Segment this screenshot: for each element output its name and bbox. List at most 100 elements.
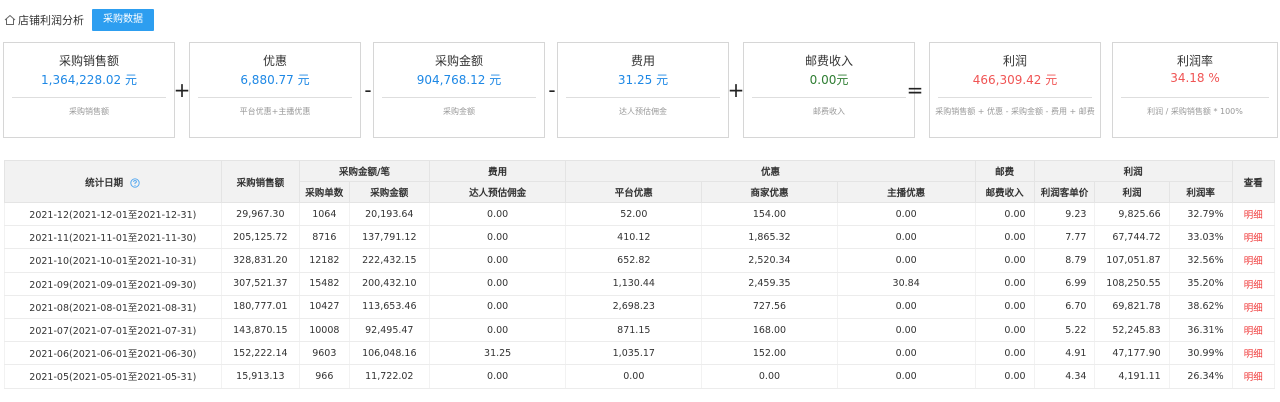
card-divider (752, 97, 906, 98)
group-purchase: 采购金额/笔 (299, 160, 431, 182)
cell-commission: 0.00 (429, 272, 567, 296)
cell-merchant: 168.00 (701, 318, 838, 343)
summary-cards: 采购销售额 1,364,228.02 元 采购销售额 + 优惠 6,880.77… (0, 42, 1280, 138)
cell-merchant: 1,865.32 (701, 225, 838, 250)
cell-merchant: 154.00 (701, 202, 838, 227)
cell-date: 2021-07(2021-07-01至2021-07-31) (4, 318, 222, 343)
card-discount: 优惠 6,880.77 元 平台优惠+主播优惠 (189, 42, 361, 138)
cell-amount: 106,048.16 (348, 341, 431, 366)
cell-anchor: 0.00 (836, 225, 976, 250)
table-row: 2021-06(2021-06-01至2021-06-30) 152,222.1… (4, 341, 1276, 366)
cell-sales: 328,831.20 (220, 248, 301, 273)
cell-profit: 4,191.11 (1094, 364, 1170, 389)
card-value: 6,880.77 元 (240, 73, 310, 87)
cell-count: 966 (299, 364, 350, 389)
detail-link[interactable]: 明细 (1231, 202, 1276, 227)
card-desc: 达人预估佣金 (619, 107, 667, 116)
table-row: 2021-09(2021-09-01至2021-09-30) 307,521.3… (4, 272, 1276, 296)
table-row: 2021-08(2021-08-01至2021-08-31) 180,777.0… (4, 295, 1276, 319)
card-purchase-amount: 采购金额 904,768.12 元 采购金额 (373, 42, 545, 138)
cell-postage: 0.00 (974, 318, 1035, 343)
card-title: 费用 (630, 54, 655, 68)
cell-rate: 32.56% (1168, 248, 1233, 273)
col-postage-income: 邮费收入 (974, 181, 1035, 203)
detail-link[interactable]: 明细 (1231, 341, 1276, 366)
cell-date: 2021-09(2021-09-01至2021-09-30) (4, 272, 222, 296)
cell-rate: 32.79% (1168, 202, 1233, 227)
cell-merchant: 727.56 (701, 295, 838, 319)
cell-rate: 35.20% (1168, 272, 1233, 296)
cell-platform: 0.00 (565, 364, 703, 389)
cell-platform: 1,035.17 (565, 341, 703, 366)
cell-anchor: 0.00 (836, 364, 976, 389)
cell-merchant: 152.00 (701, 341, 838, 366)
profit-table: 统计日期 采购销售额 采购金额/笔 费用 优惠 邮费 利润 查看 采购单数 采购… (4, 160, 1276, 389)
table-row: 2021-12(2021-12-01至2021-12-31) 29,967.30… (4, 202, 1276, 227)
col-profit-rate: 利润率 (1168, 181, 1233, 203)
cell-per-order: 9.23 (1033, 202, 1096, 227)
cell-merchant: 2,459.35 (701, 272, 838, 296)
detail-link[interactable]: 明细 (1231, 318, 1276, 343)
cell-per-order: 7.77 (1033, 225, 1096, 250)
col-date-label: 统计日期 (85, 177, 124, 189)
cell-per-order: 5.22 (1033, 318, 1096, 343)
cell-commission: 0.00 (429, 295, 567, 319)
cell-per-order: 4.91 (1033, 341, 1096, 366)
card-divider (12, 97, 166, 98)
detail-link[interactable]: 明细 (1231, 248, 1276, 273)
detail-link[interactable]: 明细 (1231, 364, 1276, 389)
purchase-data-button[interactable]: 采购数据 (92, 9, 154, 31)
cell-sales: 15,913.13 (220, 364, 301, 389)
cell-postage: 0.00 (974, 364, 1035, 389)
cell-profit: 52,245.83 (1094, 318, 1170, 343)
card-value: 466,309.42 元 (972, 73, 1058, 87)
cell-sales: 29,967.30 (220, 202, 301, 227)
cell-profit: 107,051.87 (1094, 248, 1170, 273)
cell-date: 2021-05(2021-05-01至2021-05-31) (4, 364, 222, 389)
detail-link[interactable]: 明细 (1231, 272, 1276, 296)
col-purchase-amount: 采购金额 (348, 181, 431, 203)
card-value: 904,768.12 元 (416, 73, 502, 87)
cell-profit: 47,177.90 (1094, 341, 1170, 366)
card-divider (938, 97, 1092, 98)
cell-profit: 67,744.72 (1094, 225, 1170, 250)
table-body: 2021-12(2021-12-01至2021-12-31) 29,967.30… (4, 202, 1276, 389)
detail-link[interactable]: 明细 (1231, 225, 1276, 250)
cell-platform: 871.15 (565, 318, 703, 343)
col-merchant-discount: 商家优惠 (701, 181, 838, 203)
col-profit-per-order: 利润客单价 (1033, 181, 1096, 203)
card-divider (198, 97, 352, 98)
card-sales: 采购销售额 1,364,228.02 元 采购销售额 (3, 42, 175, 138)
cell-platform: 2,698.23 (565, 295, 703, 319)
breadcrumb[interactable]: 店铺利润分析 (18, 12, 84, 28)
card-profit-rate: 利润率 34.18 % 利润 / 采购销售额 * 100% (1112, 42, 1278, 138)
cell-amount: 11,722.02 (348, 364, 431, 389)
cell-commission: 31.25 (429, 341, 567, 366)
col-anchor-discount: 主播优惠 (836, 181, 976, 203)
cell-rate: 30.99% (1168, 341, 1233, 366)
cell-rate: 36.31% (1168, 318, 1233, 343)
help-icon[interactable] (130, 178, 141, 188)
detail-link[interactable]: 明细 (1231, 295, 1276, 319)
cell-count: 10427 (299, 295, 350, 319)
cell-per-order: 6.70 (1033, 295, 1096, 319)
col-purchase-count: 采购单数 (299, 181, 350, 203)
cell-per-order: 4.34 (1033, 364, 1096, 389)
card-profit: 利润 466,309.42 元 采购销售额 + 优惠 - 采购金额 - 费用 +… (929, 42, 1101, 138)
card-divider (566, 97, 720, 98)
cell-commission: 0.00 (429, 202, 567, 227)
col-profit: 利润 (1094, 181, 1170, 203)
cell-postage: 0.00 (974, 225, 1035, 250)
col-date[interactable]: 统计日期 (4, 160, 222, 203)
cell-date: 2021-11(2021-11-01至2021-11-30) (4, 225, 222, 250)
card-fee: 费用 31.25 元 达人预估佣金 (557, 42, 729, 138)
home-icon[interactable] (4, 14, 16, 26)
table-row: 2021-05(2021-05-01至2021-05-31) 15,913.13… (4, 364, 1276, 389)
col-commission: 达人预估佣金 (429, 181, 567, 203)
plus-operator: + (727, 78, 745, 102)
cell-platform: 52.00 (565, 202, 703, 227)
cell-profit: 69,821.78 (1094, 295, 1170, 319)
card-divider (1121, 97, 1269, 98)
col-sales: 采购销售额 (220, 160, 301, 203)
cell-sales: 143,870.15 (220, 318, 301, 343)
